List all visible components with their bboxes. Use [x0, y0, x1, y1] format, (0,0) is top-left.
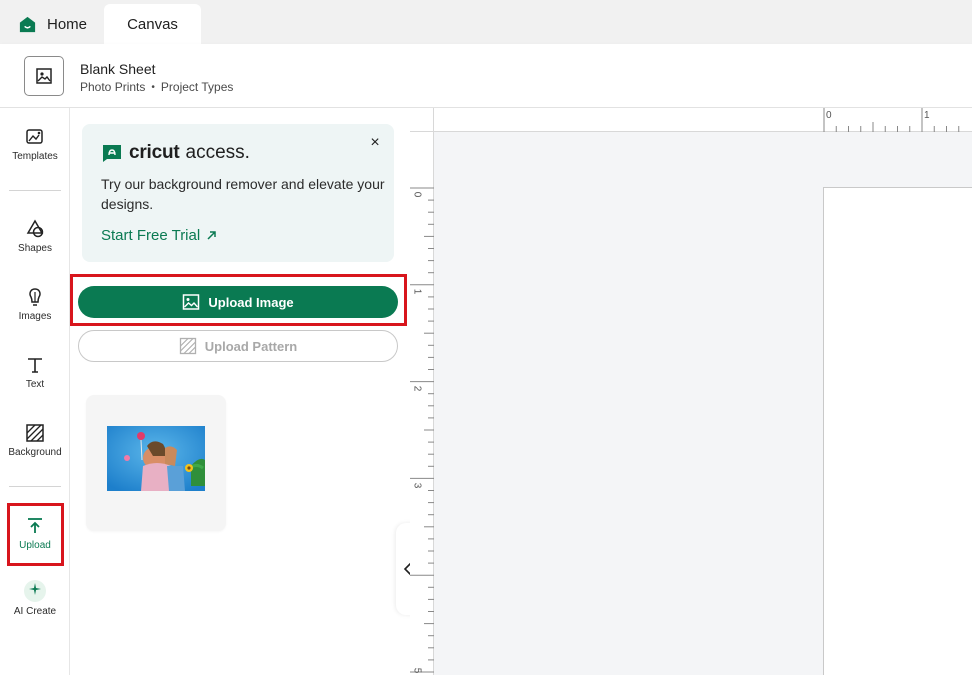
rail-label-templates: Templates — [12, 151, 58, 162]
text-icon — [28, 358, 42, 373]
upload-highlight-box — [7, 503, 64, 566]
breadcrumb-separator: • — [151, 81, 155, 93]
rail-item-images[interactable]: Images — [0, 287, 70, 322]
blank-sheet-page[interactable] — [823, 187, 972, 675]
tab-canvas[interactable]: Canvas — [104, 4, 201, 44]
rail-divider — [9, 486, 61, 487]
rail-item-shapes[interactable]: Shapes — [0, 219, 70, 254]
breadcrumb-type[interactable]: Project Types — [161, 80, 233, 94]
image-icon — [36, 68, 52, 84]
image-icon — [183, 294, 200, 310]
ruler-left-label: 2 — [411, 385, 423, 392]
rail-label-ai-create: AI Create — [13, 606, 57, 617]
start-free-trial-link[interactable]: Start Free Trial — [101, 227, 217, 244]
shapes-icon — [26, 219, 44, 238]
ruler-left-label: 1 — [411, 288, 423, 295]
promo-message: Try our background remover and elevate y… — [101, 176, 385, 212]
design-canvas[interactable]: 0 1 0 1 2 3 5 — [410, 108, 972, 675]
external-arrow-icon — [207, 231, 216, 240]
ruler-left: 0 1 2 3 5 — [410, 132, 434, 675]
project-title: Blank Sheet — [80, 61, 156, 77]
tab-bar: Home Canvas — [0, 0, 972, 44]
home-icon — [19, 16, 36, 32]
tab-home[interactable]: Home — [18, 4, 87, 44]
tab-home-label: Home — [47, 15, 88, 33]
ruler-top: 0 1 — [434, 108, 972, 132]
upload-image-label: Upload Image — [208, 294, 294, 310]
ai-sparkle-icon — [24, 580, 46, 602]
upload-image-button[interactable]: Upload Image — [78, 286, 398, 318]
rail-label-images: Images — [18, 311, 52, 322]
pattern-icon — [179, 337, 196, 355]
cricut-logo-icon — [103, 145, 121, 162]
templates-icon — [26, 129, 43, 144]
brand-product: access. — [185, 142, 250, 163]
ruler-top-ticks — [823, 108, 960, 132]
tab-canvas-label: Canvas — [127, 15, 178, 33]
rail-divider — [9, 190, 61, 191]
ruler-corner — [410, 108, 434, 132]
left-nav-rail: Templates Shapes Images Text Background — [0, 108, 70, 675]
project-breadcrumb: Photo Prints • Project Types — [80, 80, 233, 94]
upload-pattern-button[interactable]: Upload Pattern — [78, 330, 398, 362]
rail-label-shapes: Shapes — [18, 243, 52, 254]
rail-label-background: Background — [8, 447, 62, 458]
ruler-left-label: 0 — [411, 191, 423, 198]
project-header: Blank Sheet Photo Prints • Project Types — [0, 44, 972, 108]
background-pattern-icon — [26, 424, 44, 442]
ruler-left-label: 5 — [411, 667, 423, 674]
project-thumbnail-button[interactable] — [24, 56, 64, 96]
cricut-access-promo: cricut access. × Try our background remov… — [82, 124, 394, 262]
breadcrumb-category[interactable]: Photo Prints — [80, 80, 145, 94]
upload-panel: cricut access. × Try our background remov… — [70, 108, 410, 675]
cricut-access-logo: cricut access. — [101, 142, 250, 164]
rail-item-background[interactable]: Background — [0, 423, 70, 458]
ruler-left-ticks — [410, 187, 434, 673]
upload-pattern-label: Upload Pattern — [204, 338, 298, 354]
rail-label-text: Text — [25, 379, 45, 390]
rail-item-templates[interactable]: Templates — [0, 127, 70, 162]
uploaded-photo-thumbnail — [107, 426, 205, 491]
ruler-top-label: 1 — [924, 110, 930, 121]
rail-item-text[interactable]: Text — [0, 355, 70, 390]
lightbulb-icon — [29, 288, 41, 306]
brand-name: cricut — [129, 142, 180, 163]
uploaded-image-card[interactable] — [86, 395, 226, 531]
close-icon[interactable]: × — [367, 135, 383, 151]
ruler-top-label: 0 — [826, 110, 832, 121]
start-free-trial-label: Start Free Trial — [101, 227, 201, 244]
rail-item-ai-create[interactable]: AI Create — [0, 580, 70, 617]
ruler-left-label: 3 — [411, 482, 423, 489]
